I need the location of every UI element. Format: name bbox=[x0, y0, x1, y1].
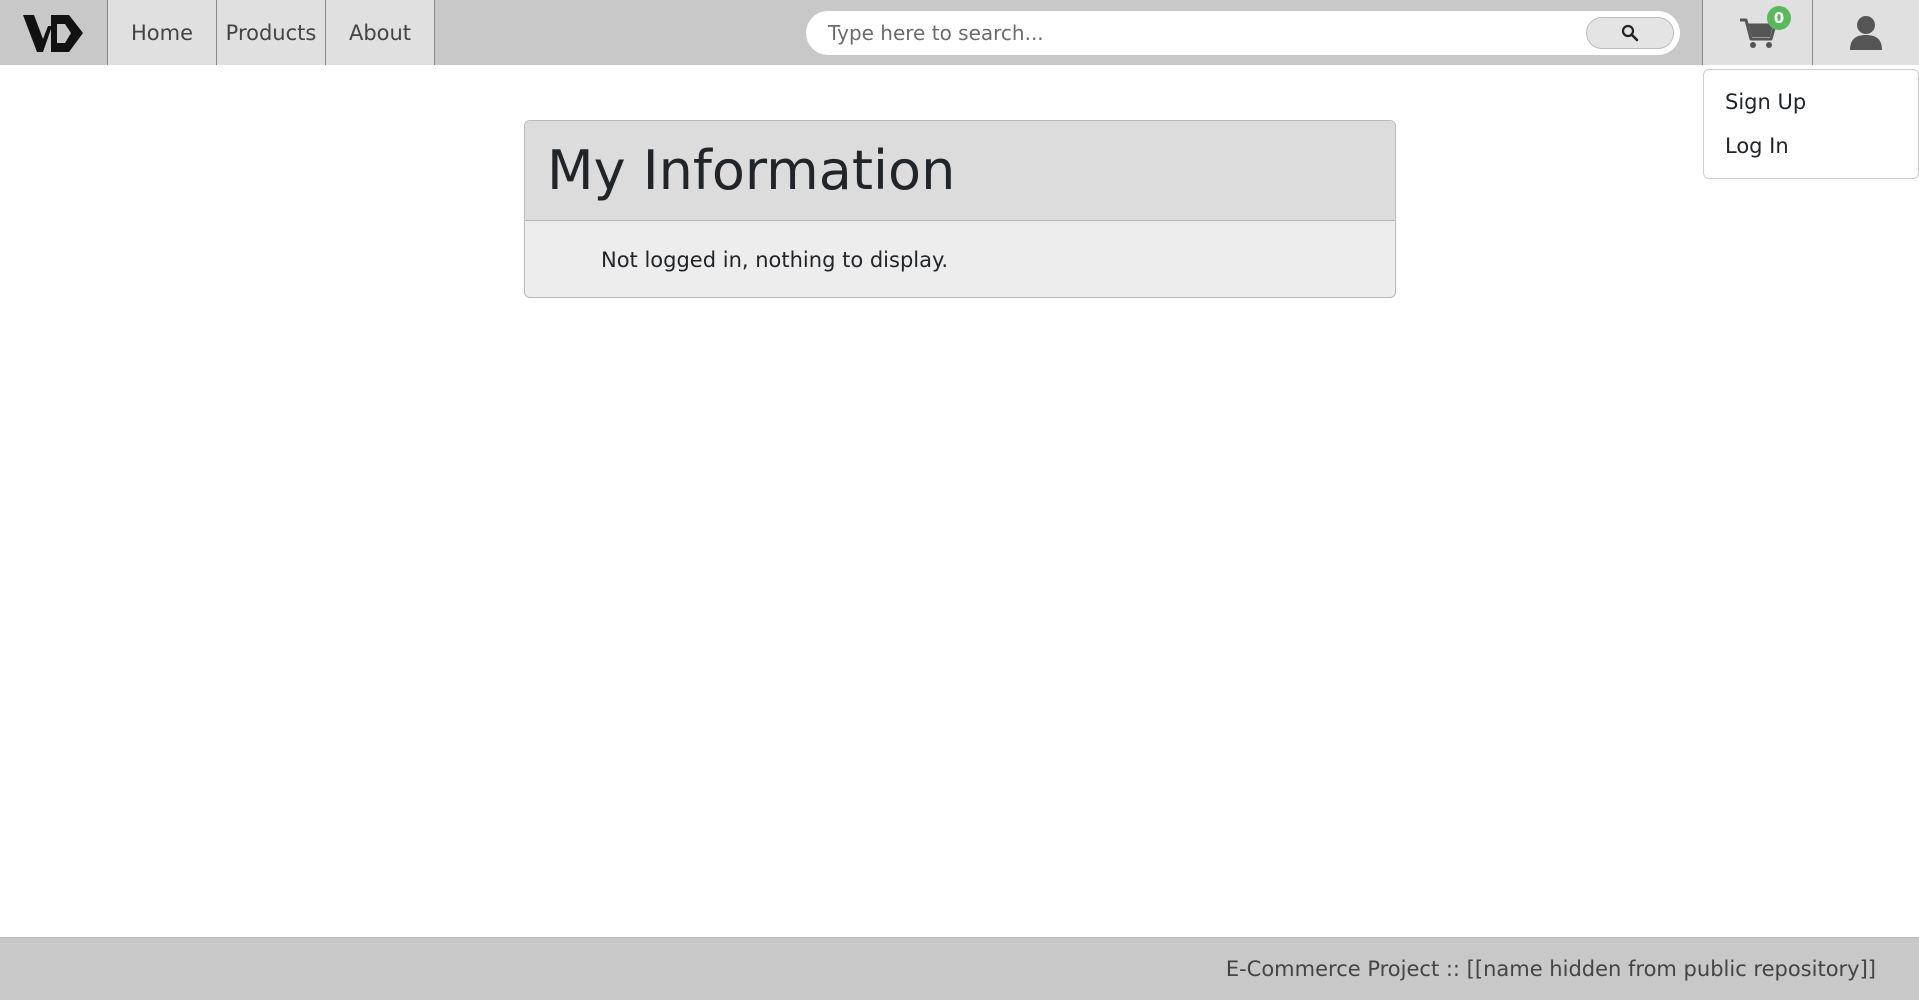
page-title: My Information bbox=[547, 139, 956, 202]
card-header: My Information bbox=[525, 121, 1395, 221]
sign-up-link[interactable]: Sign Up bbox=[1704, 84, 1918, 128]
user-dropdown-menu: Sign Up Log In bbox=[1703, 69, 1919, 179]
site-logo[interactable] bbox=[0, 0, 108, 65]
log-in-link[interactable]: Log In bbox=[1704, 128, 1918, 172]
my-information-card: My Information Not logged in, nothing to… bbox=[524, 120, 1396, 298]
user-icon bbox=[1850, 15, 1882, 50]
page-footer: E-Commerce Project :: [[name hidden from… bbox=[0, 937, 1919, 1000]
nav-about-link[interactable]: About bbox=[326, 0, 435, 65]
cart-count-badge: 0 bbox=[1767, 6, 1791, 30]
footer-text: E-Commerce Project :: [[name hidden from… bbox=[1225, 957, 1876, 981]
cart-button[interactable]: 0 bbox=[1702, 0, 1812, 65]
nav-home-link[interactable]: Home bbox=[108, 0, 217, 65]
search-input[interactable] bbox=[806, 11, 1586, 55]
search-button[interactable] bbox=[1586, 17, 1674, 49]
top-navbar: Home Products About 0 bbox=[0, 0, 1919, 65]
user-menu-button[interactable] bbox=[1812, 0, 1919, 65]
search-icon bbox=[1621, 24, 1639, 42]
vd-logo-icon bbox=[22, 14, 83, 52]
nav-products-link[interactable]: Products bbox=[217, 0, 326, 65]
not-logged-in-message: Not logged in, nothing to display. bbox=[601, 247, 949, 272]
search-bar bbox=[806, 11, 1680, 55]
card-body: Not logged in, nothing to display. bbox=[525, 221, 1395, 297]
